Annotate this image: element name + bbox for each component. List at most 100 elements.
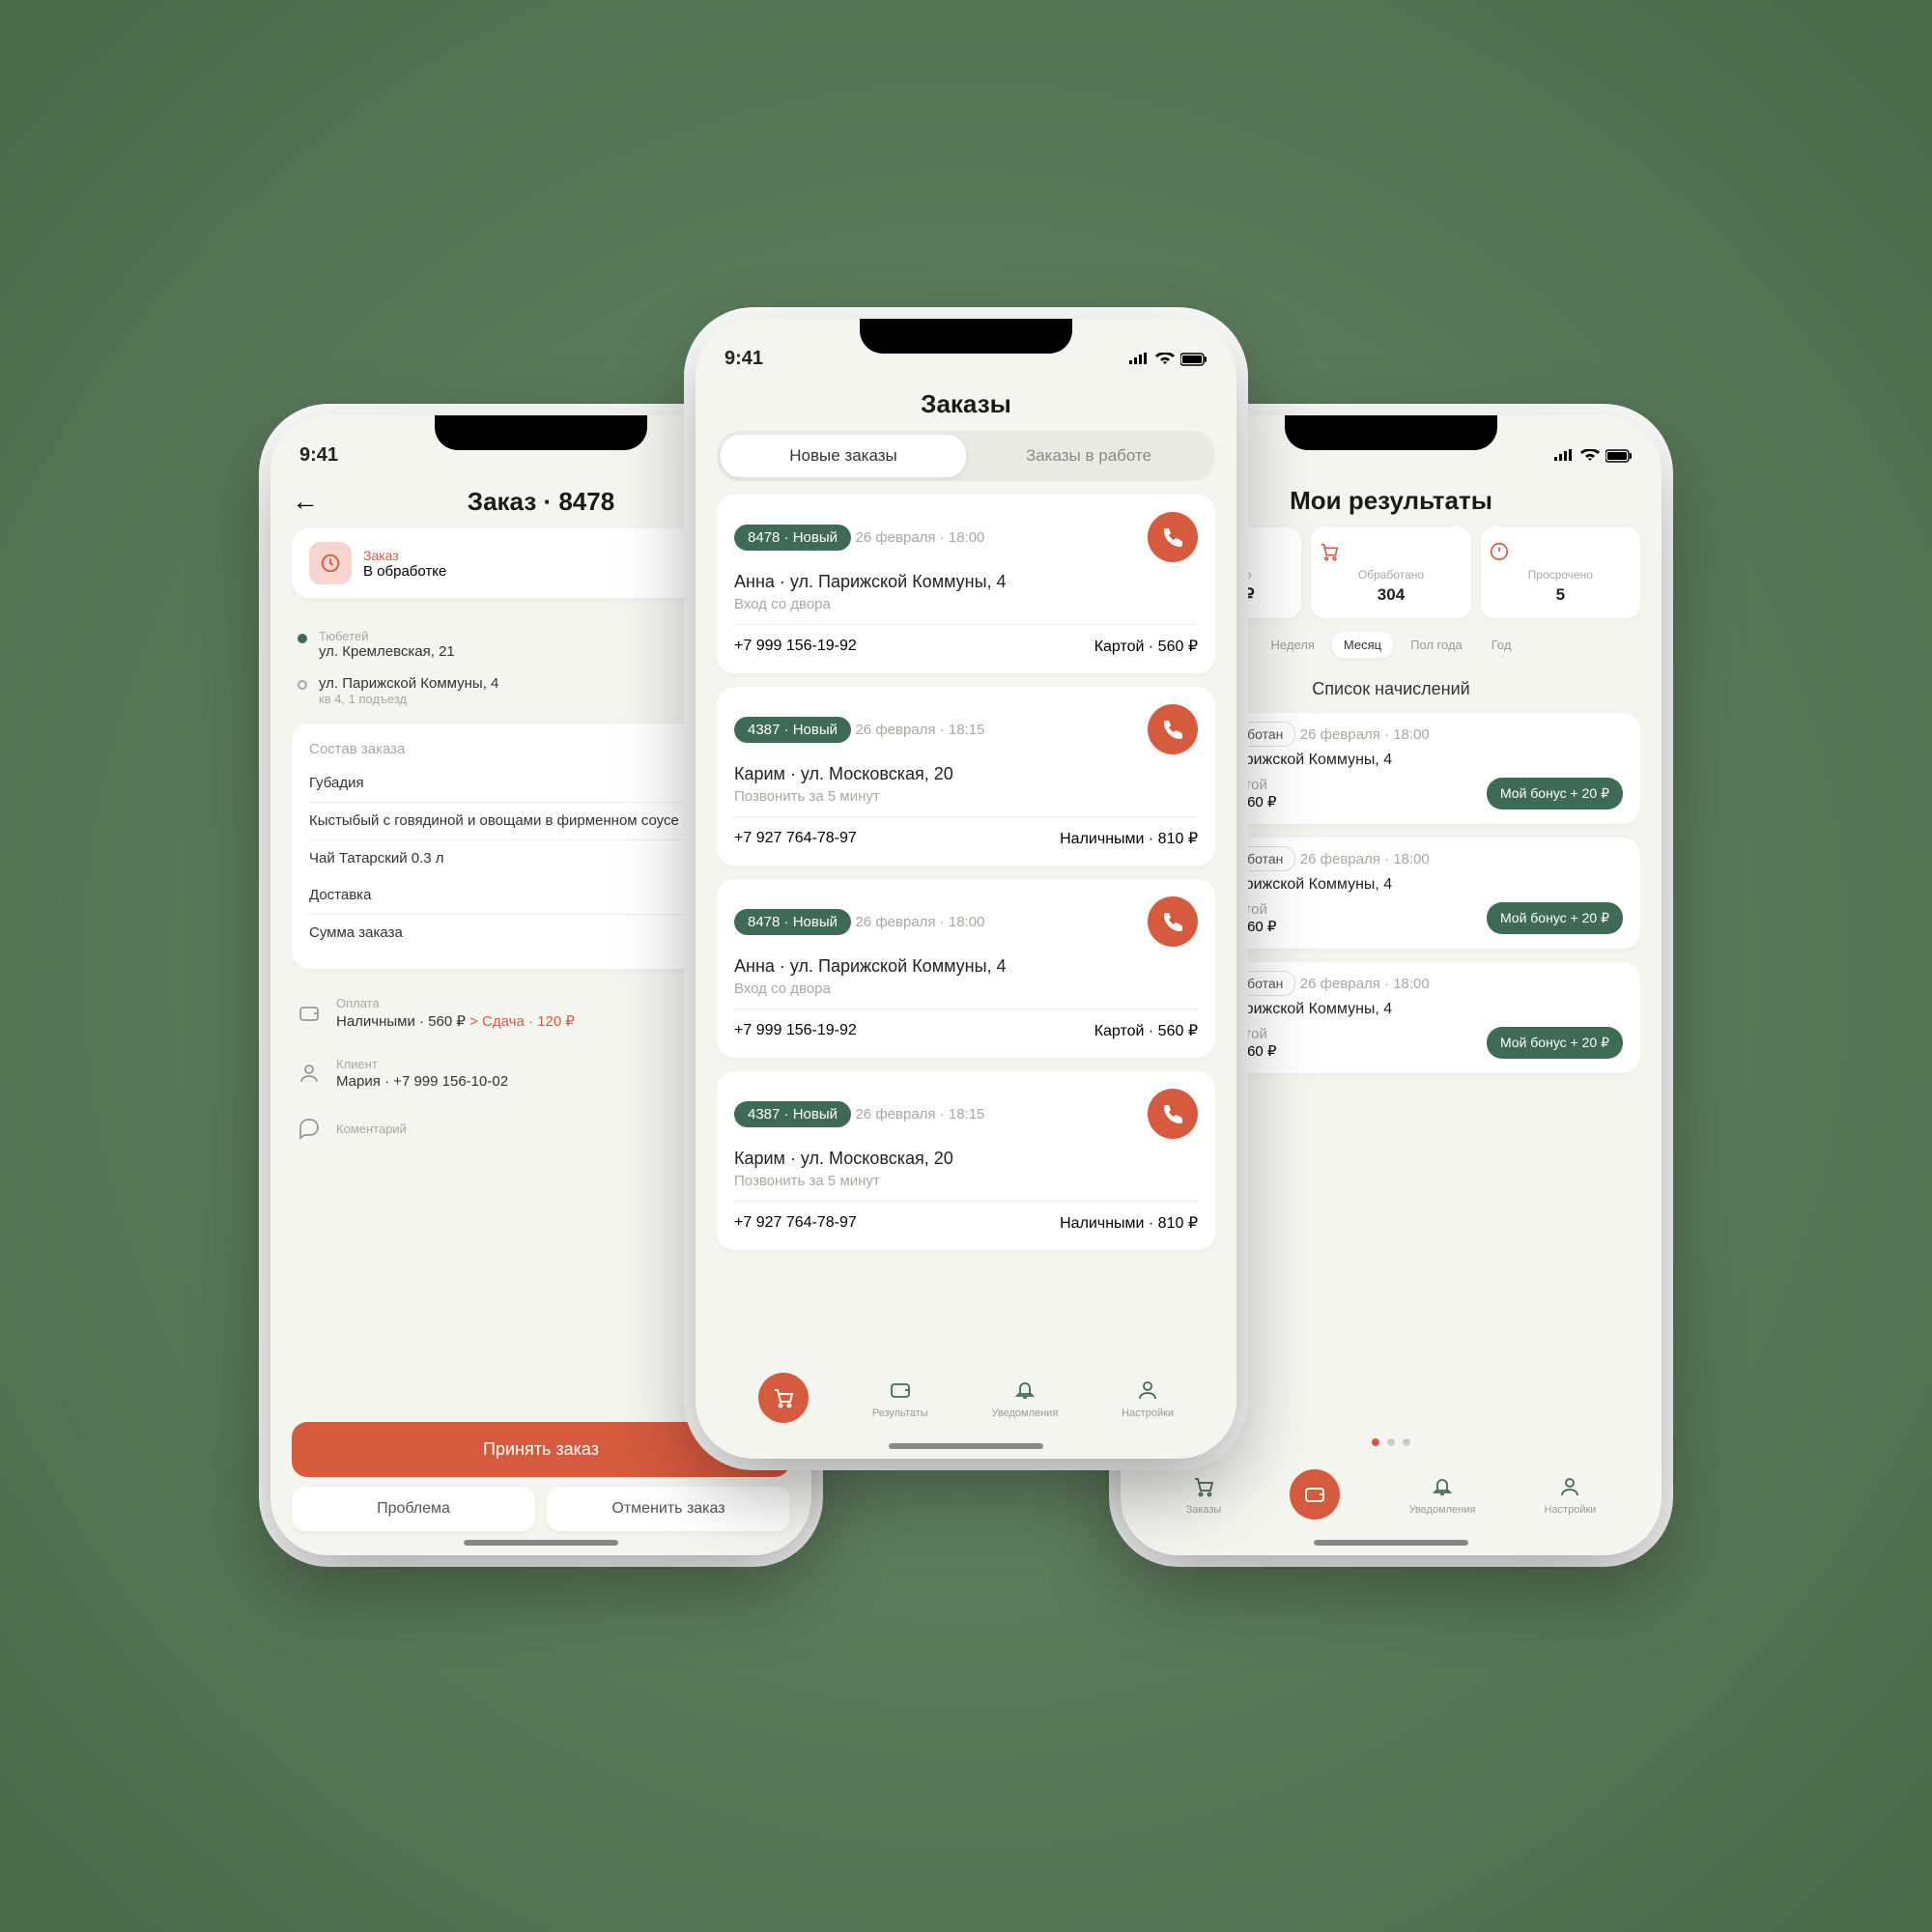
stat-label: Обработано xyxy=(1319,568,1463,582)
bonus-chip: Мой бонус + 20 ₽ xyxy=(1487,902,1623,934)
status-label: Заказ xyxy=(363,548,446,563)
tab-orders[interactable]: Заказы xyxy=(1186,1473,1222,1516)
earning-date: 26 февраля · 18:00 xyxy=(1300,726,1430,743)
tab-bar: Заказы Уведомления Настройки xyxy=(1142,1458,1640,1531)
call-button[interactable] xyxy=(1148,1089,1198,1139)
wallet-icon xyxy=(1290,1469,1340,1520)
order-date: 26 февраля · 18:15 xyxy=(855,1106,984,1122)
order-card[interactable]: 8478 · Новый 26 февраля · 18:00Анна · ул… xyxy=(717,495,1215,673)
call-button[interactable] xyxy=(1148,896,1198,947)
status-state: В обработке xyxy=(363,563,446,580)
client-label: Клиент xyxy=(336,1057,752,1071)
call-button[interactable] xyxy=(1148,704,1198,754)
bell-icon xyxy=(1429,1473,1456,1500)
order-payment: Картой · 560 ₽ xyxy=(1094,637,1198,656)
route-from-label: Тюбетей xyxy=(319,629,455,643)
order-customer: Карим · ул. Московская, 20 xyxy=(734,1149,1198,1169)
status-time: 9:41 xyxy=(724,348,763,370)
order-note: Позвонить за 5 минут xyxy=(734,788,1198,805)
route-to-sub: кв 4, 1 подъезд xyxy=(319,692,498,706)
bell-icon xyxy=(1011,1377,1038,1404)
item-name: Кыстыбый с говядиной и овощами в фирменн… xyxy=(309,812,682,830)
tab-label: Уведомления xyxy=(992,1407,1059,1419)
user-icon xyxy=(1556,1473,1583,1500)
bonus-chip: Мой бонус + 20 ₽ xyxy=(1487,1027,1623,1059)
call-button[interactable] xyxy=(1148,512,1198,562)
tab-label: Настройки xyxy=(1544,1504,1596,1516)
notch xyxy=(435,415,647,450)
order-card[interactable]: 4387 · Новый 26 февраля · 18:15 Карим · у… xyxy=(717,687,1215,866)
earning-date: 26 февраля · 18:00 xyxy=(1300,851,1430,867)
order-phone: +7 999 156-19-92 xyxy=(734,1022,857,1039)
tab-notifications[interactable]: Уведомления xyxy=(1409,1473,1476,1516)
order-customer: Карим · ул. Московская, 20 xyxy=(734,764,1198,784)
phone-orders-list: 9:41 Заказы Новые заказы Заказы в работе… xyxy=(696,319,1236,1459)
order-payment: Наличными · 810 ₽ xyxy=(1060,829,1198,848)
order-note: Вход со двора xyxy=(734,596,1198,612)
order-date: 26 февраля · 18:00 xyxy=(855,914,984,930)
tab-label: Уведомления xyxy=(1409,1504,1476,1516)
order-customer: Анна · ул. Парижской Коммуны, 4 xyxy=(734,572,1198,592)
dot-1 xyxy=(1372,1438,1379,1446)
period-half[interactable]: Пол года xyxy=(1399,632,1474,658)
status-time: 9:41 xyxy=(299,444,338,467)
tab-in-progress[interactable]: Заказы в работе xyxy=(966,435,1211,477)
notch xyxy=(860,319,1072,354)
stat-processed[interactable]: Обработано 304 xyxy=(1311,527,1470,618)
item-name: Чай Татарский 0.3 л xyxy=(309,850,691,867)
period-week[interactable]: Неделя xyxy=(1260,632,1326,658)
status-icons xyxy=(1128,353,1208,366)
back-button[interactable]: ← xyxy=(292,486,319,517)
tab-results[interactable]: Результаты xyxy=(872,1377,928,1419)
home-indicator xyxy=(464,1540,618,1546)
order-badge: 4387 · Новый xyxy=(734,717,851,743)
tab-orders[interactable] xyxy=(758,1373,809,1423)
user-icon xyxy=(298,1062,325,1085)
order-date: 26 февраля · 18:00 xyxy=(855,529,984,546)
payment-change: > Сдача · 120 ₽ xyxy=(469,1013,575,1030)
cart-icon xyxy=(1319,541,1463,562)
order-badge: 8478 · Новый xyxy=(734,909,851,935)
order-date: 26 февраля · 18:15 xyxy=(855,722,984,738)
page-title: Заказ · 8478 xyxy=(332,487,750,517)
tab-settings[interactable]: Настройки xyxy=(1544,1473,1596,1516)
order-card[interactable]: 8478 · Новый 26 февраля · 18:00Анна · ул… xyxy=(717,879,1215,1058)
client-value: Мария · +7 999 156-10-02 xyxy=(336,1073,752,1090)
order-card[interactable]: 4387 · Новый 26 февраля · 18:15 Карим · у… xyxy=(717,1071,1215,1250)
stat-value: 304 xyxy=(1319,585,1463,605)
tab-settings[interactable]: Настройки xyxy=(1122,1377,1174,1419)
tab-notifications[interactable]: Уведомления xyxy=(992,1377,1059,1419)
cart-icon xyxy=(1190,1473,1217,1500)
wallet-icon xyxy=(298,1002,325,1025)
tab-bar: Результаты Уведомления Настройки xyxy=(717,1361,1215,1435)
order-payment: Картой · 560 ₽ xyxy=(1094,1021,1198,1040)
period-month[interactable]: Месяц xyxy=(1332,632,1393,658)
order-badge: 4387 · Новый xyxy=(734,1101,851,1127)
cancel-button[interactable]: Отменить заказ xyxy=(547,1487,790,1531)
problem-button[interactable]: Проблема xyxy=(292,1487,535,1531)
bonus-chip: Мой бонус + 20 ₽ xyxy=(1487,778,1623,810)
home-indicator xyxy=(1314,1540,1468,1546)
order-note: Вход со двора xyxy=(734,980,1198,997)
tab-results[interactable] xyxy=(1290,1469,1340,1520)
route-from-addr: ул. Кремлевская, 21 xyxy=(319,643,455,660)
page-title: Заказы xyxy=(717,389,1215,419)
stat-overdue[interactable]: Просрочено5 xyxy=(1481,527,1640,618)
user-icon xyxy=(1134,1377,1161,1404)
wallet-icon xyxy=(887,1377,914,1404)
dot-2 xyxy=(1387,1438,1395,1446)
delivery-label: Доставка xyxy=(309,887,735,904)
item-name: Губадия xyxy=(309,775,691,792)
order-phone: +7 927 764-78-97 xyxy=(734,830,857,847)
tab-label: Заказы xyxy=(1186,1504,1222,1516)
status-icons xyxy=(1553,449,1633,463)
payment-value: Наличными · 560 ₽ xyxy=(336,1013,466,1030)
comment-icon xyxy=(298,1117,325,1140)
period-year[interactable]: Год xyxy=(1480,632,1523,658)
notch xyxy=(1285,415,1497,450)
tab-new-orders[interactable]: Новые заказы xyxy=(721,435,966,477)
stat-label: Просрочено xyxy=(1489,568,1633,582)
route-dot-origin xyxy=(298,634,307,643)
order-phone: +7 927 764-78-97 xyxy=(734,1214,857,1232)
route-to-addr: ул. Парижской Коммуны, 4 xyxy=(319,675,498,692)
